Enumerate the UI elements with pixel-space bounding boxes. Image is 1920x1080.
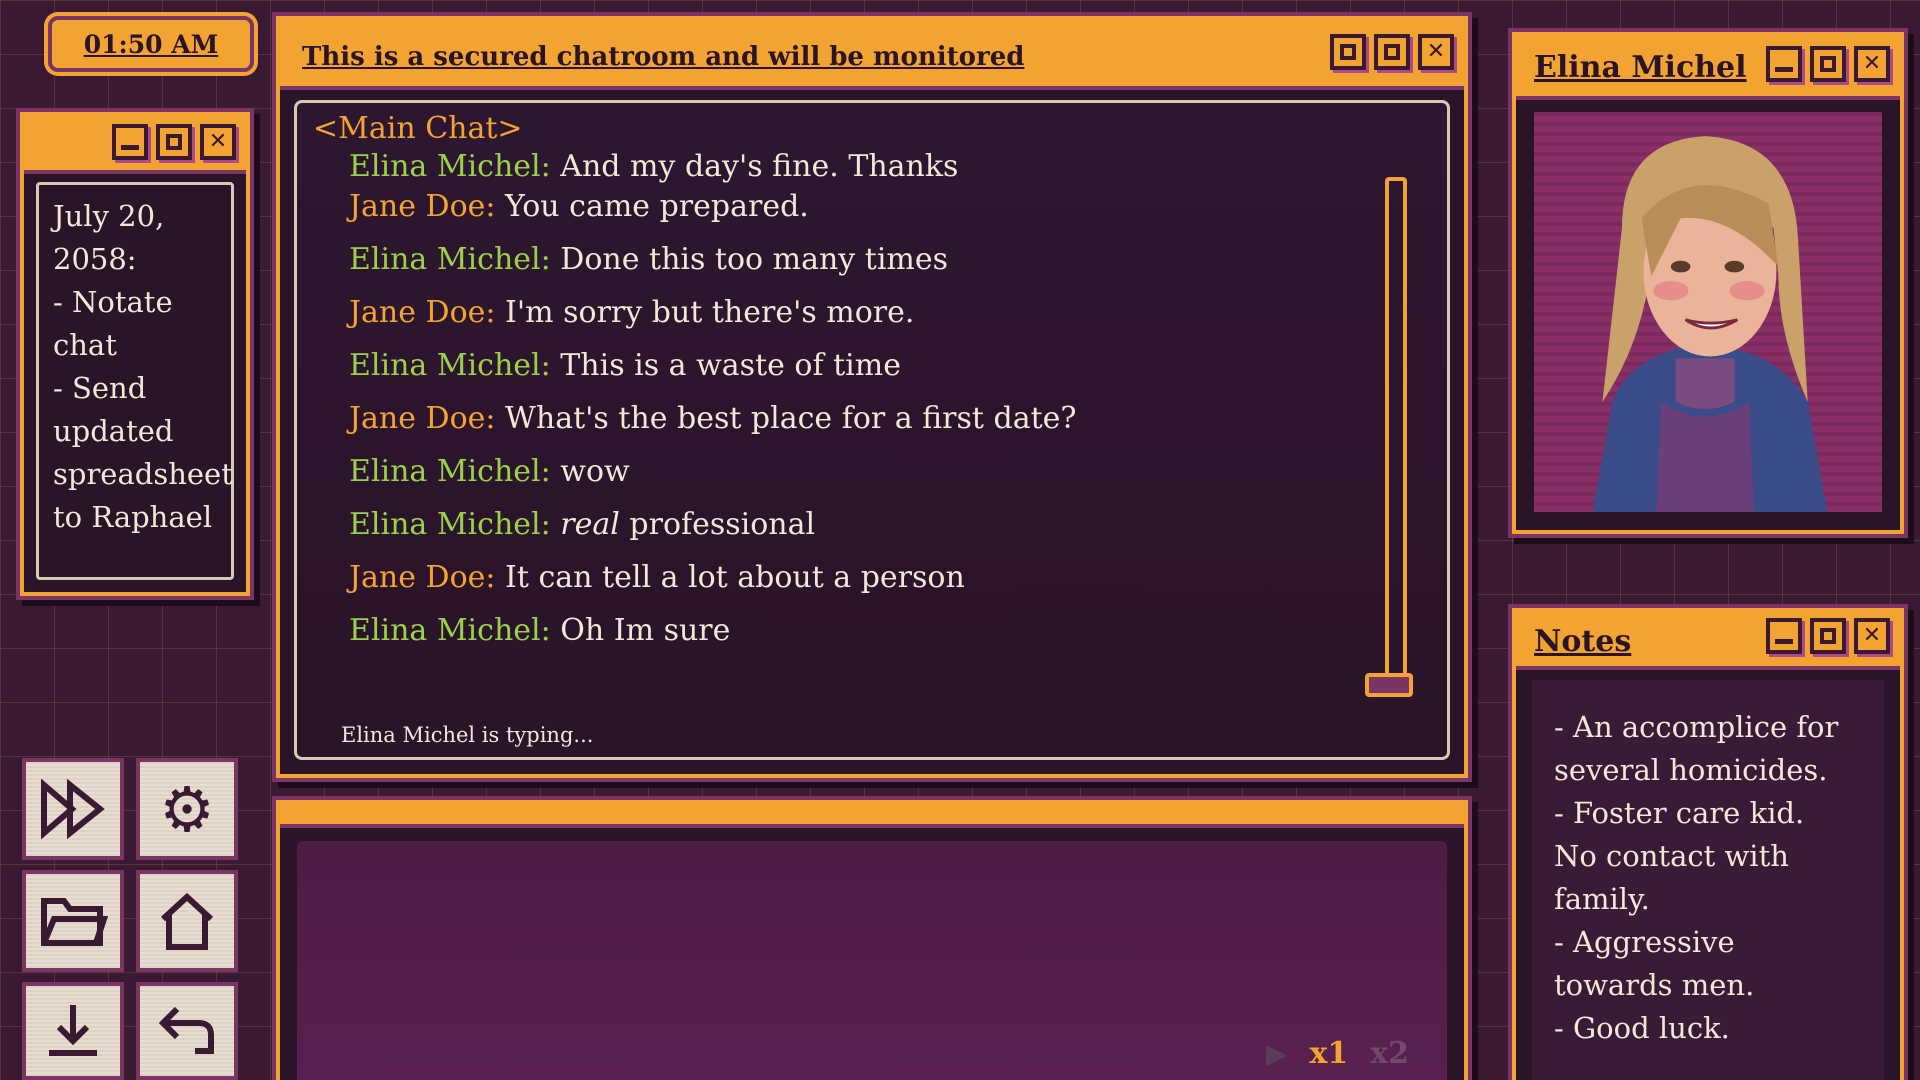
chat-message: Jane Doe: It can tell a lot about a pers… [349,560,965,595]
download-icon [49,1005,97,1056]
chat-window: This is a secured chatroom and will be m… [276,16,1468,778]
close-button[interactable]: ✕ [1854,618,1890,654]
portrait-titlebar: Elina Michel ✕ [1516,36,1900,100]
gear-icon: ⚙ [159,772,215,846]
todo-list: July 20, 2058: - Notate chat - Send upda… [36,182,234,580]
close-button[interactable]: ✕ [200,124,236,160]
dialogue-titlebar [280,804,1464,828]
notes-title: Notes [1534,624,1632,659]
minimize-button[interactable] [1766,618,1802,654]
play-icon[interactable]: ▶ [1266,1037,1288,1070]
note-line: - Good luck. [1554,1011,1730,1045]
back-button[interactable] [136,982,238,1080]
typing-indicator: Elina Michel is typing... [341,723,594,747]
todo-line: 2058: [53,242,137,276]
minimize-button[interactable] [112,124,148,160]
chat-message: Jane Doe: I'm sorry but there's more. [349,295,915,330]
chat-titlebar: This is a secured chatroom and will be m… [280,20,1464,90]
minimize-button[interactable] [1766,46,1802,82]
todo-line: to Raphael [53,500,213,534]
dialogue-window: ▶ x1 x2 [276,800,1468,1080]
character-illustration [1592,136,1828,512]
maximize-button[interactable] [1374,34,1410,70]
home-icon [160,892,214,950]
todo-line: - Send [53,371,147,405]
chat-log: <Main Chat> Elina Michel: And my day's f… [294,100,1450,760]
note-line: - Foster care kid. [1554,796,1805,830]
chat-scrollbar[interactable] [1385,177,1407,697]
chat-message: Elina Michel: Done this too many times [349,242,949,277]
todo-line: July 20, [53,199,165,233]
contact-name: Elina Michel [1534,50,1747,85]
maximize-button[interactable] [1810,46,1846,82]
todo-line: spreadsheet [53,457,233,491]
close-button[interactable]: ✕ [1854,46,1890,82]
chat-scroll-thumb[interactable] [1365,673,1413,697]
note-line: - Aggressive [1554,925,1735,959]
fast-forward-button[interactable] [22,758,124,860]
close-button[interactable]: ✕ [1418,34,1454,70]
character-portrait [1530,108,1886,516]
todo-line: chat [53,328,117,362]
chat-message: Elina Michel: This is a waste of time [349,348,901,383]
todo-line: - Notate [53,285,173,319]
maximize-button[interactable] [156,124,192,160]
load-button[interactable] [22,870,124,972]
notes-window: Notes ✕ - An accomplice for several homi… [1512,608,1904,1080]
minimize-button[interactable] [1330,34,1366,70]
note-line: family. [1554,882,1650,916]
todo-titlebar: ✕ [24,116,246,174]
chat-message: Jane Doe: You came prepared. [349,189,809,224]
chat-message: Jane Doe: What's the best place for a fi… [349,401,1077,436]
chat-channel-label: <Main Chat> [313,111,523,146]
clock-display: 01:50 AM [48,16,254,72]
chat-message: Elina Michel: And my day's fine. Thanks [349,149,959,184]
dialogue-box[interactable]: ▶ x1 x2 [294,838,1450,1080]
folder-icon [41,898,108,946]
undo-icon [158,1006,214,1054]
todo-line: updated [53,414,174,448]
chat-message: Elina Michel: real professional [349,507,816,542]
speed-x2-button[interactable]: x2 [1370,1036,1409,1071]
fast-forward-icon [41,779,105,839]
notes-body: - An accomplice for several homicides. -… [1532,680,1884,1080]
save-button[interactable] [22,982,124,1080]
speed-controls: ▶ x1 x2 [1266,1036,1409,1071]
chat-message: Elina Michel: wow [349,454,630,489]
notes-titlebar: Notes ✕ [1516,612,1900,670]
speed-x1-button[interactable]: x1 [1309,1036,1348,1071]
note-line: - An accomplice for [1554,710,1839,744]
maximize-button[interactable] [1810,618,1846,654]
home-button[interactable] [136,870,238,972]
note-line: several homicides. [1554,753,1828,787]
todo-window: ✕ July 20, 2058: - Notate chat - Send up… [20,112,250,596]
settings-button[interactable]: ⚙ [136,758,238,860]
portrait-window: Elina Michel ✕ [1512,32,1904,534]
chat-message: Elina Michel: Oh Im sure [349,613,731,648]
chat-title: This is a secured chatroom and will be m… [302,42,1025,72]
note-line: No contact with [1554,839,1789,873]
note-line: towards men. [1554,968,1755,1002]
message-list: Elina Michel: And my day's fine. Thanks … [349,149,1327,666]
